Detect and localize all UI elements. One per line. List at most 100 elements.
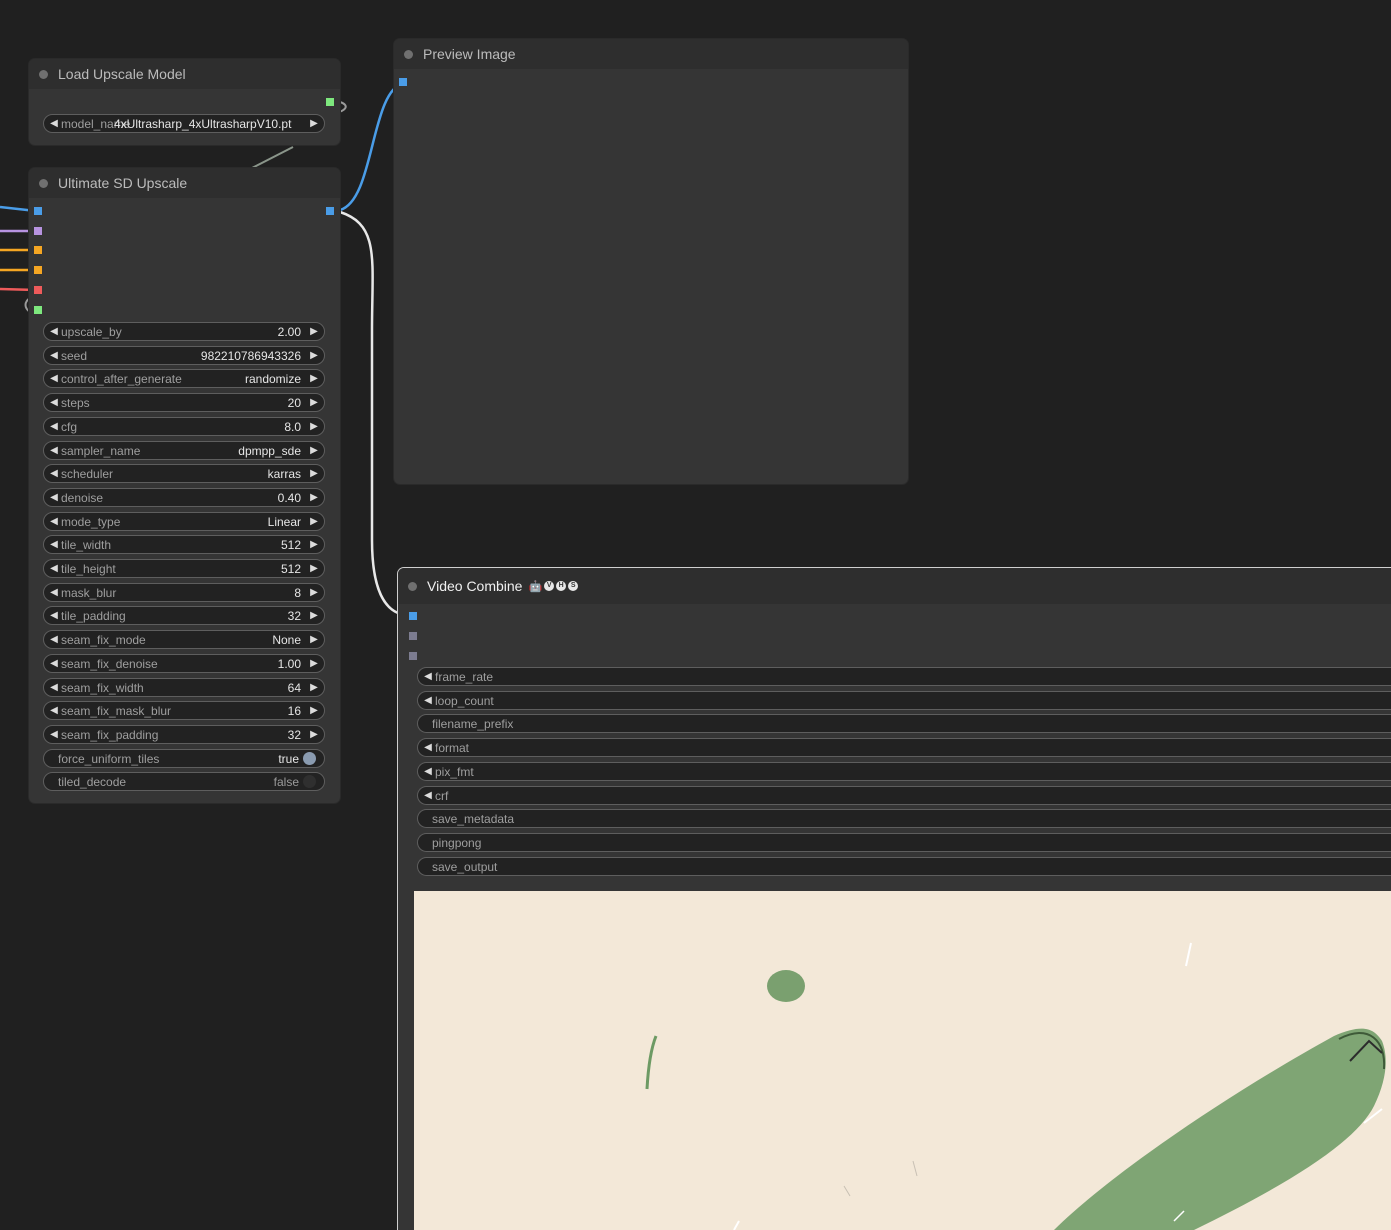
widget-tile-width[interactable]: ◀ tile_width 512 ▶ <box>43 535 325 554</box>
widget-sampler-name[interactable]: ◀ sampler_name dpmpp_sde ▶ <box>43 441 325 460</box>
arrow-left-icon[interactable]: ◀ <box>421 695 435 706</box>
widget-tile-height[interactable]: ◀ tile_height 512 ▶ <box>43 559 325 578</box>
arrow-right-icon[interactable]: ▶ <box>307 373 321 384</box>
collapse-dot-icon[interactable] <box>39 178 48 188</box>
arrow-left-icon[interactable]: ◀ <box>421 790 435 801</box>
toggle-knob-icon[interactable] <box>303 752 316 765</box>
arrow-left-icon[interactable]: ◀ <box>47 397 61 408</box>
collapse-dot-icon[interactable] <box>408 581 417 591</box>
node-header[interactable]: Load Upscale Model <box>29 59 340 89</box>
arrow-left-icon[interactable]: ◀ <box>47 326 61 337</box>
input-slot-upscale-model[interactable] <box>34 306 42 314</box>
toggle-knob-icon[interactable] <box>303 775 316 788</box>
arrow-left-icon[interactable]: ◀ <box>47 658 61 669</box>
video-preview[interactable] <box>414 891 1391 1230</box>
input-slot-positive[interactable] <box>34 246 42 254</box>
arrow-right-icon[interactable]: ▶ <box>307 587 321 598</box>
arrow-left-icon[interactable]: ◀ <box>47 682 61 693</box>
arrow-left-icon[interactable]: ◀ <box>421 671 435 682</box>
widget-save-output[interactable]: save_output <box>417 857 1391 876</box>
toggle-force-uniform-tiles[interactable]: force_uniform_tiles true <box>43 749 325 768</box>
widget-steps[interactable]: ◀ steps 20 ▶ <box>43 393 325 412</box>
widget-pingpong[interactable]: pingpong <box>417 833 1391 852</box>
toggle-tiled-decode[interactable]: tiled_decode false <box>43 772 325 791</box>
widget-mask-blur[interactable]: ◀ mask_blur 8 ▶ <box>43 583 325 602</box>
widget-seam-fix-denoise[interactable]: ◀ seam_fix_denoise 1.00 ▶ <box>43 654 325 673</box>
arrow-right-icon[interactable]: ▶ <box>307 350 321 361</box>
widget-loop-count[interactable]: ◀ loop_count <box>417 691 1391 710</box>
input-slot-vae[interactable] <box>34 286 42 294</box>
arrow-right-icon[interactable]: ▶ <box>307 634 321 645</box>
arrow-left-icon[interactable]: ◀ <box>421 742 435 753</box>
output-slot-image[interactable] <box>326 207 334 215</box>
arrow-left-icon[interactable]: ◀ <box>47 539 61 550</box>
collapse-dot-icon[interactable] <box>404 49 413 59</box>
widget-crf[interactable]: ◀ crf <box>417 786 1391 805</box>
arrow-left-icon[interactable]: ◀ <box>47 610 61 621</box>
arrow-left-icon[interactable]: ◀ <box>421 766 435 777</box>
arrow-right-icon[interactable]: ▶ <box>307 421 321 432</box>
input-slot-images[interactable] <box>399 78 407 86</box>
widget-seam-fix-mask-blur[interactable]: ◀ seam_fix_mask_blur 16 ▶ <box>43 701 325 720</box>
widget-save-metadata[interactable]: save_metadata <box>417 809 1391 828</box>
node-header[interactable]: Ultimate SD Upscale <box>29 168 340 198</box>
node-header[interactable]: Preview Image <box>394 39 908 69</box>
widget-seam-fix-width[interactable]: ◀ seam_fix_width 64 ▶ <box>43 678 325 697</box>
widget-control-after-generate[interactable]: ◀ control_after_generate randomize ▶ <box>43 369 325 388</box>
arrow-left-icon[interactable]: ◀ <box>47 350 61 361</box>
node-graph-canvas[interactable]: Load Upscale Model ◀ model_name 4xUltras… <box>0 0 1391 1230</box>
arrow-left-icon[interactable]: ◀ <box>47 563 61 574</box>
node-header[interactable]: Video Combine 🤖 V H S <box>398 568 1391 604</box>
arrow-right-icon[interactable]: ▶ <box>307 445 321 456</box>
arrow-right-icon[interactable]: ▶ <box>307 705 321 716</box>
input-slot-meta-batch[interactable] <box>409 652 417 660</box>
widget-filename-prefix[interactable]: filename_prefix <box>417 714 1391 733</box>
input-slot-audio[interactable] <box>409 632 417 640</box>
widget-format[interactable]: ◀ format <box>417 738 1391 757</box>
input-slot-negative[interactable] <box>34 266 42 274</box>
arrow-left-icon[interactable]: ◀ <box>47 705 61 716</box>
arrow-left-icon[interactable]: ◀ <box>47 445 61 456</box>
widget-tile-padding[interactable]: ◀ tile_padding 32 ▶ <box>43 606 325 625</box>
model-name-combo[interactable]: ◀ model_name 4xUltrasharp_4xUltrasharpV1… <box>43 114 325 133</box>
arrow-right-icon[interactable]: ▶ <box>307 468 321 479</box>
arrow-right-icon[interactable]: ▶ <box>307 682 321 693</box>
widget-seam-fix-mode[interactable]: ◀ seam_fix_mode None ▶ <box>43 630 325 649</box>
arrow-right-icon[interactable]: ▶ <box>307 492 321 503</box>
arrow-left-icon[interactable]: ◀ <box>47 468 61 479</box>
arrow-right-icon[interactable]: ▶ <box>307 658 321 669</box>
collapse-dot-icon[interactable] <box>39 69 48 79</box>
arrow-right-icon[interactable]: ▶ <box>307 397 321 408</box>
widget-upscale-by[interactable]: ◀ upscale_by 2.00 ▶ <box>43 322 325 341</box>
arrow-left-icon[interactable]: ◀ <box>47 729 61 740</box>
arrow-right-icon[interactable]: ▶ <box>307 539 321 550</box>
widget-frame-rate[interactable]: ◀ frame_rate <box>417 667 1391 686</box>
input-slot-image[interactable] <box>34 207 42 215</box>
arrow-right-icon[interactable]: ▶ <box>307 118 321 129</box>
widget-seed[interactable]: ◀ seed 982210786943326 ▶ <box>43 346 325 365</box>
arrow-right-icon[interactable]: ▶ <box>307 326 321 337</box>
arrow-right-icon[interactable]: ▶ <box>307 610 321 621</box>
arrow-right-icon[interactable]: ▶ <box>307 563 321 574</box>
widget-mode-type[interactable]: ◀ mode_type Linear ▶ <box>43 512 325 531</box>
arrow-left-icon[interactable]: ◀ <box>47 373 61 384</box>
load-upscale-model-node[interactable]: Load Upscale Model ◀ model_name 4xUltras… <box>29 59 340 145</box>
ultimate-sd-upscale-node[interactable]: Ultimate SD Upscale ◀ upscale_by 2.00 ▶ ◀ see… <box>29 168 340 803</box>
widget-cfg[interactable]: ◀ cfg 8.0 ▶ <box>43 417 325 436</box>
input-slot-model[interactable] <box>34 227 42 235</box>
widget-denoise[interactable]: ◀ denoise 0.40 ▶ <box>43 488 325 507</box>
arrow-left-icon[interactable]: ◀ <box>47 118 61 129</box>
preview-image-node[interactable]: Preview Image <box>394 39 908 484</box>
widget-pix-fmt[interactable]: ◀ pix_fmt <box>417 762 1391 781</box>
widget-seam-fix-padding[interactable]: ◀ seam_fix_padding 32 ▶ <box>43 725 325 744</box>
arrow-left-icon[interactable]: ◀ <box>47 516 61 527</box>
arrow-left-icon[interactable]: ◀ <box>47 421 61 432</box>
arrow-left-icon[interactable]: ◀ <box>47 587 61 598</box>
arrow-left-icon[interactable]: ◀ <box>47 634 61 645</box>
arrow-left-icon[interactable]: ◀ <box>47 492 61 503</box>
arrow-right-icon[interactable]: ▶ <box>307 729 321 740</box>
widget-scheduler[interactable]: ◀ scheduler karras ▶ <box>43 464 325 483</box>
input-slot-images[interactable] <box>409 612 417 620</box>
arrow-right-icon[interactable]: ▶ <box>307 516 321 527</box>
output-slot-upscale-model[interactable] <box>326 98 334 106</box>
